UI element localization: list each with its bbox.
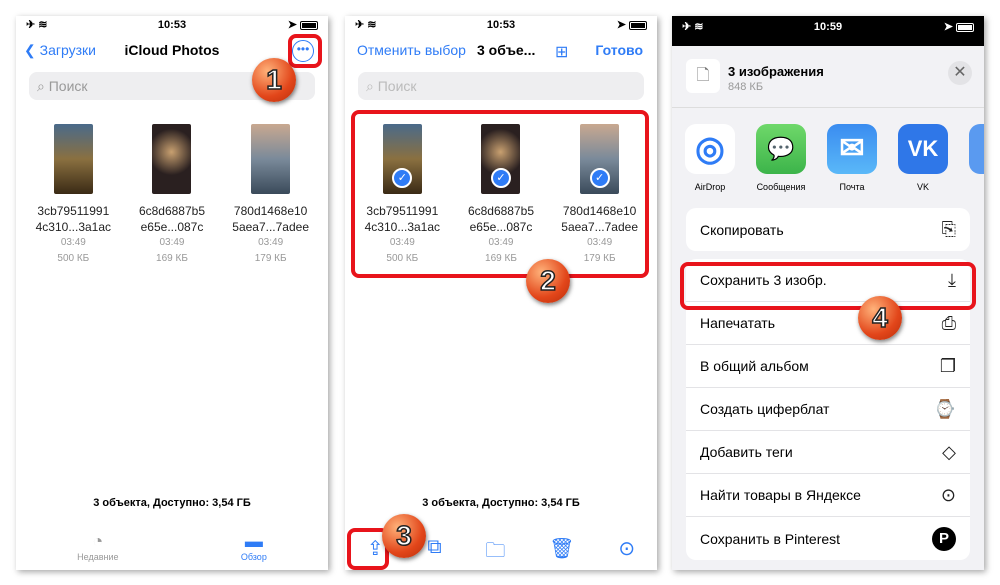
file-size: 169 КБ: [156, 253, 188, 264]
file-size: 179 КБ: [254, 253, 287, 264]
back-button[interactable]: ❮ Загрузки: [24, 42, 96, 59]
app-airdrop[interactable]: ◎ AirDrop: [685, 124, 735, 192]
copy-icon: ⎘: [941, 219, 956, 239]
tag-icon: ◇: [942, 441, 956, 462]
clock: 10:59: [813, 21, 843, 33]
clock: 10:53: [157, 19, 187, 31]
more-icon[interactable]: ⊙: [618, 536, 635, 570]
search-placeholder: Поиск: [377, 78, 417, 94]
status-bar: ✈ ≋ 10:53 ➤: [345, 16, 657, 34]
file-time: 03:49: [159, 237, 185, 248]
vk-icon: VK: [898, 124, 948, 174]
tab-label: Обзор: [240, 552, 267, 562]
file-name: 5aea7...7adee: [232, 220, 310, 234]
file-time: 03:49: [60, 237, 86, 248]
trash-icon[interactable]: 🗑: [549, 536, 574, 570]
file-size: 500 КБ: [57, 253, 90, 264]
files-select-screen: ✈ ≋ 10:53 ➤ Отменить выбор 3 объе... ⊞ Гот…: [345, 16, 657, 570]
app-label: VK: [916, 182, 929, 192]
share-title: 3 изображения: [728, 64, 824, 79]
shared-album-icon: ❐: [939, 355, 956, 376]
action-label: Найти товары в Яндексе: [700, 487, 861, 503]
messages-icon: 💬: [756, 124, 806, 174]
action-label: Сохранить в Pinterest: [700, 530, 841, 547]
file-item[interactable]: 3cb79511991 4c310...3a1ac 03:49 500 КБ: [25, 124, 121, 267]
file-name: 4c310...3a1ac: [35, 220, 112, 234]
clock-icon: ◔: [92, 531, 104, 551]
action-add-tags[interactable]: Добавить теги ◇: [686, 431, 970, 474]
step-badge-3: 3: [382, 514, 426, 558]
status-bar: ✈ ≋ 10:59 ➤: [672, 16, 984, 46]
action-label: Скопировать: [700, 221, 784, 238]
step-badge-4: 4: [858, 296, 902, 340]
folder-icon[interactable]: 🗀: [485, 536, 505, 570]
thumbnail: [251, 124, 291, 194]
watch-icon: ⌚: [933, 398, 956, 419]
file-item[interactable]: 6c8d6887b5 e65e...087c 03:49 169 КБ: [124, 124, 220, 267]
action-pinterest[interactable]: Сохранить в Pinterest P: [686, 517, 970, 560]
file-name: 780d1468e10: [233, 204, 308, 218]
mail-icon: ✉: [827, 124, 877, 174]
back-label: Загрузки: [39, 42, 96, 58]
file-item[interactable]: 780d1468e10 5aea7...7adee 03:49 179 КБ: [223, 124, 319, 267]
close-button[interactable]: ✕: [948, 61, 972, 85]
app-messages[interactable]: 💬 Сообщения: [756, 124, 806, 192]
search-input[interactable]: ⌕ Поиск: [358, 72, 644, 100]
action-watch-face[interactable]: Создать циферблат ⌚: [686, 388, 970, 431]
step-badge-1: 1: [252, 58, 296, 102]
file-name: e65e...087c: [140, 220, 204, 234]
app-vk[interactable]: VK VK: [898, 124, 948, 192]
action-label: Добавить теги: [700, 444, 793, 460]
thumbnail: [152, 124, 192, 194]
folder-icon: ▬: [244, 531, 263, 551]
battery-icon: ➤: [944, 20, 974, 33]
tab-recent[interactable]: ◔ Недавние: [77, 531, 118, 562]
highlight-more-button: [288, 34, 322, 68]
grid-view-icon[interactable]: ⊞: [555, 42, 568, 62]
app-label: Почта: [839, 182, 865, 192]
duplicate-icon[interactable]: ⧉: [427, 536, 441, 570]
app-more[interactable]: [969, 124, 984, 192]
highlight-save-action: [680, 262, 976, 310]
step-badge-2: 2: [526, 259, 570, 303]
file-name: 6c8d6887b5: [138, 204, 206, 218]
page-title: 3 объе...: [477, 42, 536, 58]
storage-info: 3 объекта, Доступно: 3,54 ГБ: [93, 497, 251, 509]
highlight-selected-files: [351, 110, 649, 278]
action-label: Создать циферблат: [700, 401, 830, 417]
file-time: 03:49: [258, 237, 284, 248]
action-label: В общий альбом: [700, 358, 809, 374]
file-name: 3cb79511991: [37, 204, 110, 218]
app-label: Сообщения: [756, 182, 806, 192]
tab-label: Недавние: [77, 552, 119, 562]
scan-icon: ⊙: [940, 484, 956, 505]
cancel-selection-button[interactable]: Отменить выбор: [357, 42, 466, 58]
done-button[interactable]: Готово: [595, 42, 643, 58]
tab-browse[interactable]: ▬ Обзор: [241, 531, 267, 562]
clock: 10:53: [486, 19, 516, 31]
printer-icon: ⎙: [941, 312, 956, 333]
app-label: AirDrop: [694, 182, 726, 192]
app-icon: [969, 124, 984, 174]
share-size: 848 КБ: [728, 81, 764, 93]
status-bar: ✈ ≋ 10:53 ➤: [16, 16, 328, 34]
action-group-copy: Скопировать ⎘: [686, 208, 970, 251]
action-shared-album[interactable]: В общий альбом ❐: [686, 345, 970, 388]
battery-icon: ➤: [617, 18, 647, 31]
airdrop-icon: ◎: [685, 124, 735, 174]
search-placeholder: Поиск: [48, 78, 88, 94]
storage-info: 3 объекта, Доступно: 3,54 ГБ: [422, 497, 580, 509]
action-yandex-search[interactable]: Найти товары в Яндексе ⊙: [686, 474, 970, 517]
battery-icon: ➤: [288, 18, 318, 31]
action-label: Напечатать: [700, 315, 776, 331]
thumbnail: [53, 124, 93, 194]
pinterest-icon: P: [932, 526, 956, 551]
app-mail[interactable]: ✉ Почта: [827, 124, 877, 192]
document-icon: 🗋: [686, 59, 720, 93]
action-copy[interactable]: Скопировать ⎘: [686, 208, 970, 251]
